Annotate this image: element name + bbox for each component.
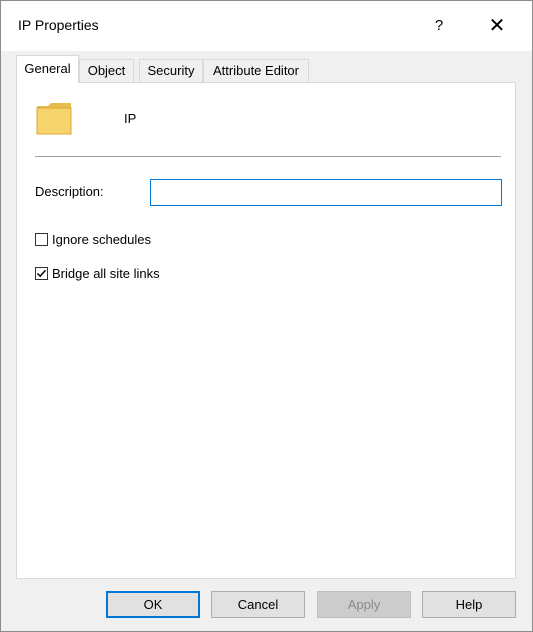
ignore-schedules-label: Ignore schedules — [52, 231, 152, 247]
bridge-all-site-links-label: Bridge all site links — [52, 265, 160, 281]
ip-properties-dialog: IP Properties ? ✕ General Object Securit… — [0, 0, 533, 632]
general-tab-panel: IP Description: Ignore schedules Bridge … — [16, 82, 516, 579]
close-button[interactable]: ✕ — [479, 9, 515, 43]
close-icon: ✕ — [488, 15, 506, 37]
separator — [35, 156, 501, 157]
object-name: IP — [124, 111, 137, 126]
tab-strip: General Object Security Attribute Editor — [16, 55, 516, 85]
tab-attribute-editor[interactable]: Attribute Editor — [203, 59, 309, 82]
ok-button[interactable]: OK — [106, 591, 200, 618]
tab-object[interactable]: Object — [79, 59, 134, 82]
bridge-all-site-links-option[interactable]: Bridge all site links — [35, 264, 160, 282]
ignore-schedules-option[interactable]: Ignore schedules — [35, 230, 151, 248]
title-bar: IP Properties ? ✕ — [1, 1, 532, 51]
help-button[interactable]: Help — [422, 591, 516, 618]
description-input[interactable] — [150, 179, 502, 206]
tab-general[interactable]: General — [16, 55, 79, 83]
checkmark-icon — [36, 269, 47, 277]
tab-security[interactable]: Security — [139, 59, 203, 82]
cancel-button[interactable]: Cancel — [211, 591, 305, 618]
folder-icon — [35, 101, 73, 135]
ignore-schedules-checkbox[interactable] — [35, 232, 48, 246]
window-title: IP Properties — [18, 17, 99, 33]
apply-button[interactable]: Apply — [317, 591, 411, 618]
title-help-button[interactable]: ? — [421, 9, 457, 43]
description-label: Description: — [35, 184, 104, 199]
bridge-all-site-links-checkbox[interactable] — [35, 266, 48, 280]
